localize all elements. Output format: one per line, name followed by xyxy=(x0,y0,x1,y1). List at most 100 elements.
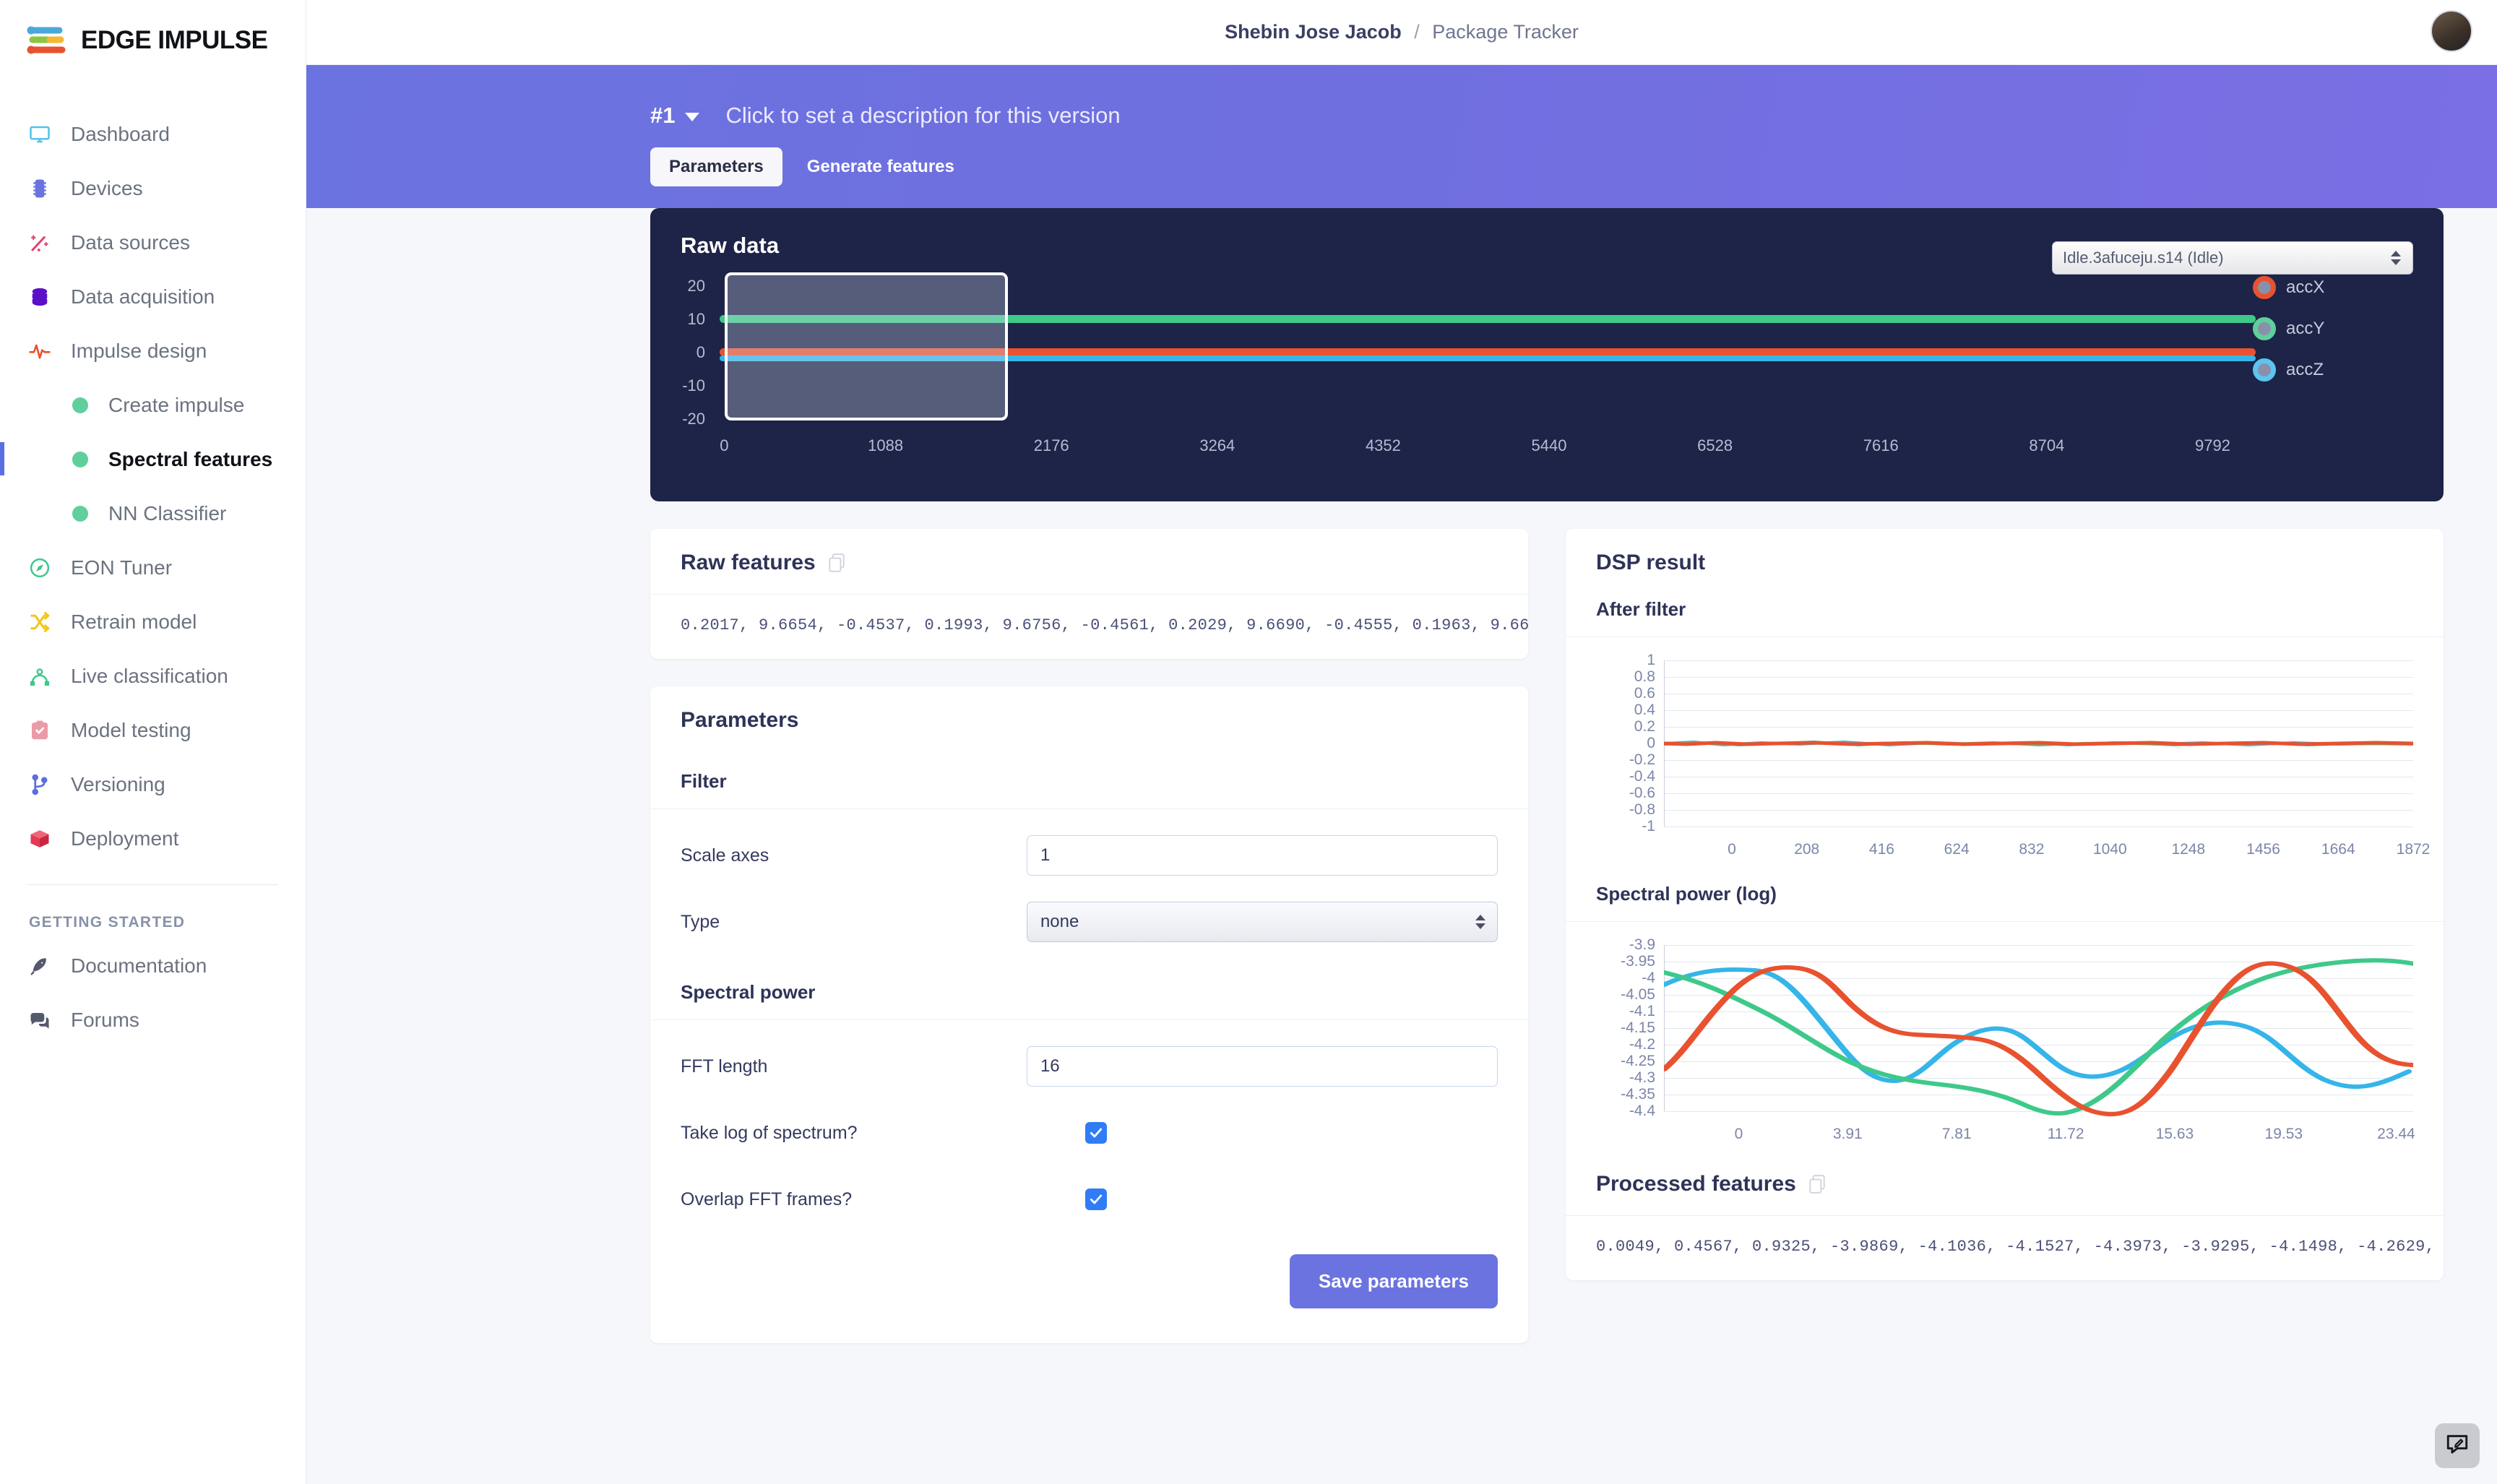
x-tick: 624 xyxy=(1944,841,1970,858)
sidebar-item-model-testing[interactable]: Model testing xyxy=(0,703,306,757)
brand-name: EDGE IMPULSE xyxy=(81,26,268,54)
y-tick: 1 xyxy=(1647,652,1655,668)
left-column: Raw features 0.2017, 9.6654, -0.4537, 0.… xyxy=(650,529,1528,1371)
parameters-header: Parameters xyxy=(650,686,1528,751)
rocket-icon xyxy=(27,954,52,978)
x-tick: 15.63 xyxy=(2155,1126,2194,1142)
legend-marker-icon xyxy=(2253,358,2276,381)
chat-icon xyxy=(27,1008,52,1032)
x-tick: 4352 xyxy=(1365,436,1401,454)
y-tick: -4.05 xyxy=(1621,986,1655,1003)
x-tick: 0 xyxy=(720,436,729,454)
scale-axes-row: Scale axes xyxy=(650,822,1528,889)
sidebar-item-documentation[interactable]: Documentation xyxy=(0,939,306,993)
scale-axes-input[interactable] xyxy=(1026,835,1498,876)
sidebar-item-deployment[interactable]: Deployment xyxy=(0,811,306,866)
y-tick: 0 xyxy=(1647,735,1655,751)
status-dot-icon xyxy=(72,397,88,413)
sidebar-item-data-sources[interactable]: Data sources xyxy=(0,215,306,269)
x-tick: 0 xyxy=(1728,841,1736,858)
legend-marker-icon xyxy=(2253,317,2276,340)
copy-icon[interactable] xyxy=(1808,1174,1827,1194)
x-tick: 23.44 xyxy=(2377,1126,2415,1142)
sidebar-item-dashboard[interactable]: Dashboard xyxy=(0,107,306,161)
sidebar-item-spectral-features[interactable]: Spectral features xyxy=(0,432,306,486)
chip-icon xyxy=(27,176,52,201)
y-tick: -0.2 xyxy=(1629,751,1655,768)
legend-item[interactable]: accX xyxy=(2253,276,2405,299)
sidebar-item-devices[interactable]: Devices xyxy=(0,161,306,215)
selection-window-handle[interactable] xyxy=(725,272,1008,420)
y-tick: 10 xyxy=(687,310,705,328)
parameters-card: Parameters Filter Scale axes Type none xyxy=(650,686,1528,1343)
sidebar-item-label: NN Classifier xyxy=(108,501,227,525)
box-icon xyxy=(27,827,52,851)
dsp-result-title: DSP result xyxy=(1596,551,1706,574)
sample-select[interactable]: Idle.3afuceju.s14 (Idle) xyxy=(2052,241,2413,275)
y-tick: -4.35 xyxy=(1621,1086,1655,1103)
sidebar-item-live-classification[interactable]: Live classification xyxy=(0,649,306,703)
brand-logo[interactable]: EDGE IMPULSE xyxy=(0,0,306,81)
legend-marker-icon xyxy=(2253,276,2276,299)
sidebar-item-label: Spectral features xyxy=(108,447,273,470)
monitor-icon xyxy=(27,122,52,147)
sidebar-item-nn-classifier[interactable]: NN Classifier xyxy=(0,486,306,540)
legend-item[interactable]: accZ xyxy=(2253,358,2405,381)
type-select[interactable]: none xyxy=(1026,902,1498,942)
type-label: Type xyxy=(681,911,720,932)
after-filter-x-axis: 0 208 416 624 832 1040 1248 1456 1664 18… xyxy=(1728,841,2430,874)
sidebar-item-impulse-design[interactable]: Impulse design xyxy=(0,324,306,378)
breadcrumb-project[interactable]: Package Tracker xyxy=(1432,21,1579,43)
sidebar-item-label: Forums xyxy=(71,1008,139,1031)
scale-axes-label: Scale axes xyxy=(681,845,769,866)
save-row: Save parameters xyxy=(650,1233,1528,1343)
after-filter-title: After filter xyxy=(1596,598,1686,620)
sidebar-item-data-acquisition[interactable]: Data acquisition xyxy=(0,269,306,324)
copy-icon[interactable] xyxy=(827,553,846,573)
x-tick: 416 xyxy=(1868,841,1894,858)
version-description[interactable]: Click to set a description for this vers… xyxy=(725,103,1120,129)
tab-generate-features[interactable]: Generate features xyxy=(788,147,973,186)
sidebar-item-label: Dashboard xyxy=(71,122,170,145)
git-branch-icon xyxy=(27,772,52,797)
feedback-button[interactable] xyxy=(2435,1423,2480,1468)
legend-label: accZ xyxy=(2286,360,2324,379)
legend-item[interactable]: accY xyxy=(2253,317,2405,340)
sidebar-item-create-impulse[interactable]: Create impulse xyxy=(0,378,306,432)
y-tick: -0.4 xyxy=(1629,768,1655,785)
x-tick: 19.53 xyxy=(2264,1126,2303,1142)
sidebar-item-eon-tuner[interactable]: EON Tuner xyxy=(0,540,306,595)
sidebar-item-retrain-model[interactable]: Retrain model xyxy=(0,595,306,649)
parameters-title: Parameters xyxy=(681,708,799,732)
sidebar-item-versioning[interactable]: Versioning xyxy=(0,757,306,811)
y-tick: -4.25 xyxy=(1621,1053,1655,1069)
take-log-row: Take log of spectrum? xyxy=(650,1100,1528,1166)
version-number[interactable]: #1 xyxy=(650,103,675,129)
y-tick: 0.8 xyxy=(1634,668,1655,685)
x-tick: 11.72 xyxy=(2047,1126,2084,1142)
main-content: Shebin Jose Jacob / Package Tracker #1 C… xyxy=(306,0,2497,1484)
clipboard-check-icon xyxy=(27,718,52,743)
chevron-down-icon[interactable] xyxy=(685,113,700,121)
status-dot-icon xyxy=(72,505,88,522)
hero-tabs: Parameters Generate features xyxy=(650,147,2497,186)
x-tick: 1664 xyxy=(2321,841,2355,858)
sidebar-item-forums[interactable]: Forums xyxy=(0,993,306,1047)
sidebar-item-label: Versioning xyxy=(71,772,165,795)
dsp-result-header: DSP result xyxy=(1566,529,2444,594)
raw-features-values: 0.2017, 9.6654, -0.4537, 0.1993, 9.6756,… xyxy=(681,616,1528,634)
take-log-checkbox[interactable] xyxy=(1085,1122,1107,1144)
tab-parameters[interactable]: Parameters xyxy=(650,147,782,186)
save-parameters-button[interactable]: Save parameters xyxy=(1289,1254,1498,1308)
y-tick: 0 xyxy=(696,343,705,361)
overlap-checkbox[interactable] xyxy=(1085,1189,1107,1210)
breadcrumb-user[interactable]: Shebin Jose Jacob xyxy=(1225,21,1402,43)
sidebar-item-label: Model testing xyxy=(71,718,191,741)
fft-length-input[interactable] xyxy=(1026,1046,1498,1087)
user-avatar[interactable] xyxy=(2431,10,2472,52)
sidebar-item-label: Documentation xyxy=(71,954,207,977)
x-tick: 7616 xyxy=(1863,436,1899,454)
sidebar-nav: Dashboard Devices Data sources Data acqu… xyxy=(0,107,306,866)
network-icon xyxy=(27,664,52,689)
shuffle-icon xyxy=(27,610,52,634)
